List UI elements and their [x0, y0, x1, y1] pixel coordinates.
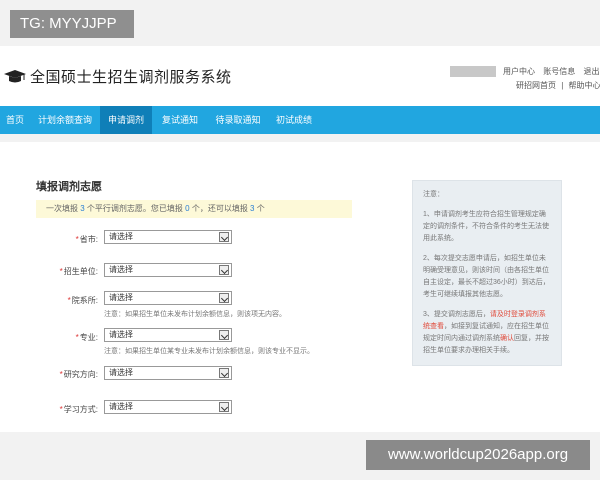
nav-item-apply-adjust[interactable]: 申请调剂 — [100, 106, 152, 134]
main-nav: 首页 计划余额查询 申请调剂 复试通知 待录取通知 初试成绩 — [0, 106, 600, 134]
department-select[interactable]: 请选择 — [104, 291, 232, 305]
site-header: 全国硕士生招生调剂服务系统 用户中心 账号信息 退出 研招网首页 | 帮助中心 — [0, 46, 600, 106]
study-mode-select[interactable]: 请选择 — [104, 400, 232, 414]
research-direction-label: *研究方向: — [59, 370, 98, 379]
tg-badge: TG: MYYJJPP — [10, 10, 134, 38]
research-direction-select[interactable]: 请选择 — [104, 366, 232, 380]
nav-item-retest-notice[interactable]: 复试通知 — [152, 106, 208, 134]
logout-link[interactable]: 退出 — [583, 67, 599, 76]
study-mode-label: *学习方式: — [59, 405, 98, 414]
yanzhao-home-link[interactable]: 研招网首页 — [516, 81, 556, 90]
notice-heading: 注意： — [423, 191, 444, 198]
quota-notice: 一次填报 3 个平行调剂志愿。您已填报 0 个，还可以填报 3 个 — [36, 200, 352, 218]
watermark: www.worldcup2026app.org — [366, 440, 590, 470]
section-title: 填报调剂志愿 — [36, 181, 102, 193]
notice-item-3: 3、提交调剂志愿后，请及时登录调剂系统查看，如接到复试通知，应在招生单位规定时间… — [423, 311, 549, 354]
nav-item-plan-balance[interactable]: 计划余额查询 — [30, 106, 100, 134]
major-select[interactable]: 请选择 — [104, 328, 232, 342]
chevron-down-icon — [219, 232, 229, 242]
chevron-down-icon — [219, 293, 229, 303]
department-hint: 注意：如果招生单位未发布计划余额信息，则该项无内容。 — [104, 311, 286, 318]
username-redacted — [450, 66, 496, 77]
user-center-link[interactable]: 用户中心 — [503, 67, 535, 76]
graduation-cap-icon — [4, 70, 26, 83]
major-label: *专业: — [75, 333, 98, 342]
notice-box: 注意： 1、申请调剂考生应符合招生管理规定确定的调剂条件，不符合条件的考生无法使… — [412, 180, 562, 366]
major-hint: 注意：如果招生单位某专业未发布计划余额信息，则该专业不显示。 — [104, 348, 314, 355]
province-select[interactable]: 请选择 — [104, 230, 232, 244]
nav-item-exam-scores[interactable]: 初试成绩 — [268, 106, 320, 134]
chevron-down-icon — [219, 330, 229, 340]
top-links-secondary: 研招网首页 | 帮助中心 — [516, 80, 600, 91]
chevron-down-icon — [219, 368, 229, 378]
institution-label: *招生单位: — [59, 267, 98, 276]
notice-item-1: 1、申请调剂考生应符合招生管理规定确定的调剂条件，不符合条件的考生无法使用此系统… — [423, 211, 549, 242]
link-separator: | — [561, 81, 564, 90]
notice-item-2: 2、每次提交志愿申请后，如招生单位未明确受理意见，则该时间（由各招生单位自主设定… — [423, 255, 550, 298]
nav-item-home[interactable]: 首页 — [0, 106, 30, 134]
account-info-link[interactable]: 账号信息 — [543, 67, 575, 76]
province-label: *省市: — [75, 235, 98, 244]
content-panel: 填报调剂志愿 一次填报 3 个平行调剂志愿。您已填报 0 个，还可以填报 3 个… — [0, 142, 600, 432]
chevron-down-icon — [219, 402, 229, 412]
institution-select[interactable]: 请选择 — [104, 263, 232, 277]
nav-item-admission-notice[interactable]: 待录取通知 — [208, 106, 268, 134]
department-label: *院系所: — [67, 296, 98, 305]
help-center-link[interactable]: 帮助中心 — [569, 81, 600, 90]
chevron-down-icon — [219, 265, 229, 275]
top-links: 用户中心 账号信息 退出 — [503, 66, 600, 77]
site-title: 全国硕士生招生调剂服务系统 — [30, 69, 232, 86]
